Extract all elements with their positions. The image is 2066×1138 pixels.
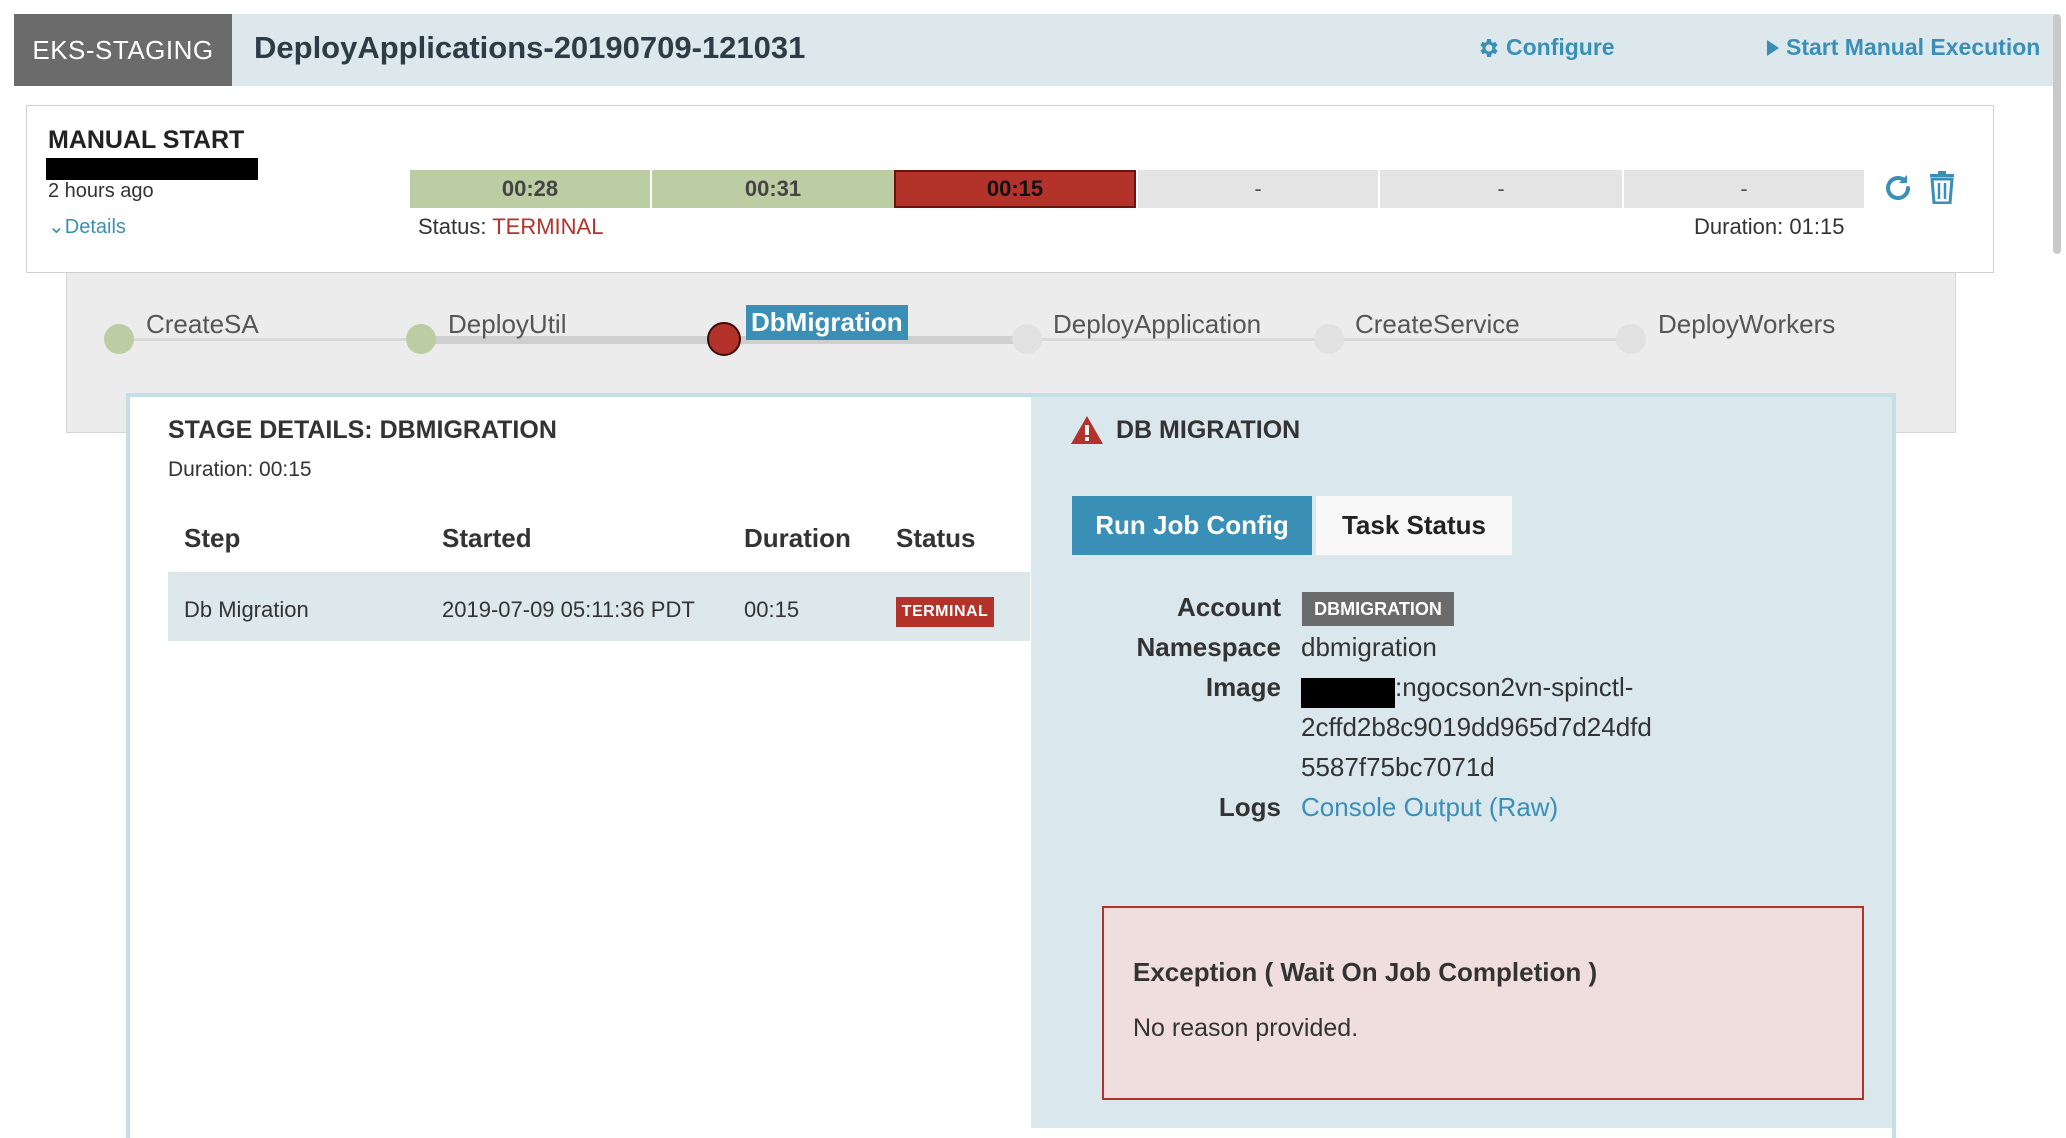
stage-label-createsa[interactable]: CreateSA — [146, 309, 259, 340]
status-prefix: Status: — [418, 214, 493, 239]
execution-segment[interactable]: 00:31 — [652, 170, 894, 208]
exception-message: No reason provided. — [1133, 1014, 1359, 1042]
image-value-line: 5587f75bc7071d — [1301, 752, 1495, 782]
column-header-started: Started — [442, 523, 532, 553]
rerun-icon[interactable] — [1882, 172, 1914, 204]
stage-details-title: STAGE DETAILS: DBMIGRATION — [168, 416, 557, 444]
status-value: TERMINAL — [492, 214, 604, 239]
image-value-line: 2cffd2b8c9019dd965d7d24dfd — [1301, 712, 1652, 742]
column-header-step: Step — [184, 523, 241, 553]
execution-segment[interactable]: - — [1380, 170, 1622, 208]
start-manual-execution-button[interactable]: Start Manual Execution — [1766, 34, 2040, 61]
tab-run-job-config[interactable]: Run Job Config — [1072, 496, 1312, 555]
status-badge: TERMINAL — [896, 597, 994, 627]
redaction-bar — [1301, 678, 1395, 708]
column-header-status: Status — [896, 523, 976, 553]
stage-duration: Duration: 00:15 — [168, 458, 312, 481]
details-toggle[interactable]: ⌄Details — [48, 214, 126, 239]
stage-node[interactable] — [707, 322, 741, 356]
stage-node[interactable] — [1314, 324, 1344, 354]
execution-segment[interactable]: - — [1624, 170, 1864, 208]
time-ago: 2 hours ago — [48, 180, 154, 202]
image-value-line: :ngocson2vn-spinctl- — [1395, 672, 1634, 702]
execution-status: Status: TERMINAL — [418, 214, 603, 240]
execution-segment[interactable]: - — [1138, 170, 1378, 208]
play-icon — [1767, 39, 1779, 56]
gear-icon — [1480, 38, 1498, 57]
trigger-label: MANUAL START — [48, 126, 245, 154]
account-badge: DBMIGRATION — [1302, 592, 1454, 626]
execution-segment[interactable]: 00:15 — [894, 170, 1136, 208]
redaction-bar — [46, 158, 258, 180]
step-name: Db Migration — [184, 597, 309, 622]
stage-node[interactable] — [1616, 324, 1646, 354]
step-duration: 00:15 — [744, 597, 800, 622]
account-label: Account — [1177, 592, 1281, 622]
stage-label-deployapplication[interactable]: DeployApplication — [1053, 309, 1261, 340]
warning-icon — [1071, 416, 1103, 444]
scrollbar[interactable] — [2053, 14, 2061, 254]
trash-icon[interactable] — [1928, 170, 1956, 204]
console-output-link[interactable]: Console Output (Raw) — [1301, 792, 1558, 823]
task-title: DB MIGRATION — [1116, 416, 1301, 444]
namespace-value: dbmigration — [1301, 632, 1437, 662]
stage-label-deployworkers[interactable]: DeployWorkers — [1658, 309, 1835, 340]
stage-label-dbmigration[interactable]: DbMigration — [746, 305, 908, 340]
start-label: Start Manual Execution — [1786, 34, 2041, 60]
column-header-duration: Duration — [744, 523, 851, 553]
stage-label-createservice[interactable]: CreateService — [1355, 309, 1520, 340]
configure-button[interactable]: Configure — [1476, 34, 1615, 61]
execution-segment[interactable]: 00:28 — [410, 170, 650, 208]
exception-title: Exception ( Wait On Job Completion ) — [1133, 957, 1598, 987]
application-badge[interactable]: EKS-STAGING — [14, 14, 232, 86]
stage-node[interactable] — [1012, 324, 1042, 354]
image-label: Image — [1205, 672, 1281, 702]
pipeline-title: DeployApplications-20190709-121031 — [254, 30, 806, 65]
logs-label: Logs — [1218, 792, 1281, 822]
exception-box — [1102, 906, 1864, 1100]
stage-label-deployutil[interactable]: DeployUtil — [448, 309, 567, 340]
chevron-down-icon: ⌄ — [48, 216, 65, 238]
execution-duration: Duration: 01:15 — [1694, 214, 1845, 239]
tab-task-status[interactable]: Task Status — [1316, 496, 1512, 555]
namespace-label: Namespace — [1136, 632, 1281, 662]
stage-node[interactable] — [406, 324, 436, 354]
stage-node[interactable] — [104, 324, 134, 354]
configure-label: Configure — [1506, 34, 1615, 60]
step-started: 2019-07-09 05:11:36 PDT — [442, 597, 695, 622]
details-label: Details — [64, 216, 126, 238]
